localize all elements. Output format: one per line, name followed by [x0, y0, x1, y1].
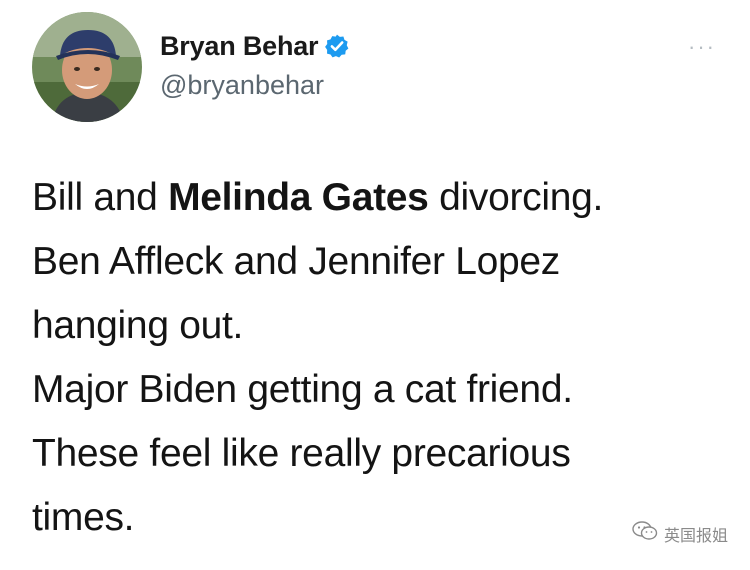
tweet-line-3: hanging out.: [32, 304, 244, 347]
avatar[interactable]: [32, 12, 142, 122]
tweet-line-2: Ben Affleck and Jennifer Lopez: [32, 240, 560, 283]
tweet-header: Bryan Behar @bryanbehar: [160, 28, 350, 101]
watermark: 英国报姐: [632, 521, 728, 546]
wechat-icon: [632, 521, 658, 546]
tweet-line-1: Bill and Melinda Gates divorcing.: [32, 166, 722, 230]
display-name[interactable]: Bryan Behar: [160, 31, 319, 62]
user-handle[interactable]: @bryanbehar: [160, 70, 350, 101]
watermark-text: 英国报姐: [663, 527, 728, 545]
tweet-text: Bill and Melinda Gates divorcing. Ben Af…: [32, 166, 722, 550]
name-row: Bryan Behar: [160, 28, 350, 64]
tweet-bold-phrase: Melinda Gates: [168, 176, 429, 219]
more-options-icon[interactable]: ···: [688, 36, 716, 58]
verified-badge-icon: [324, 33, 350, 59]
avatar-photo: [32, 12, 142, 122]
tweet-line-1-start: Bill and: [32, 176, 169, 219]
tweet-line-1-end: divorcing.: [428, 176, 604, 219]
tweet-line-6: times.: [32, 496, 135, 539]
tweet-line-5: These feel like really precarious: [32, 432, 571, 475]
tweet-card: Bryan Behar @bryanbehar ··· Bill and Mel…: [0, 0, 750, 570]
tweet-line-4: Major Biden getting a cat friend.: [32, 368, 573, 411]
